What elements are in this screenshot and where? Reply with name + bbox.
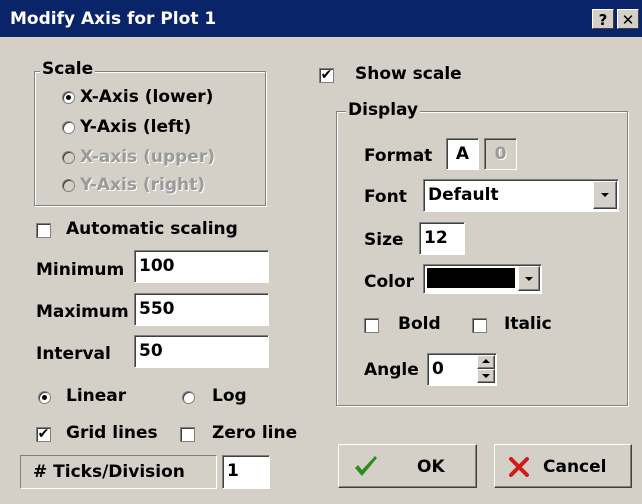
automatic-scaling-checkbox[interactable] bbox=[36, 223, 51, 238]
size-field[interactable]: 12 bbox=[419, 222, 465, 255]
radio-log-label: Log bbox=[212, 386, 247, 406]
radio-x-axis-upper-label: X-axis (upper) bbox=[80, 147, 215, 167]
cancel-button[interactable]: Cancel bbox=[494, 444, 632, 488]
angle-value: 0 bbox=[432, 359, 444, 379]
radio-linear-label: Linear bbox=[66, 386, 127, 406]
display-group-legend: Display bbox=[346, 100, 421, 120]
radio-linear[interactable] bbox=[38, 391, 51, 404]
angle-spinner[interactable]: 0 bbox=[427, 353, 497, 386]
angle-decrement-button[interactable] bbox=[477, 369, 495, 383]
maximum-field[interactable]: 550 bbox=[134, 293, 269, 326]
help-icon: ? bbox=[598, 11, 608, 29]
chevron-down-icon bbox=[482, 374, 490, 378]
ok-button-label: OK bbox=[417, 457, 445, 477]
italic-label: Italic bbox=[504, 314, 552, 334]
close-icon: ✕ bbox=[621, 11, 635, 29]
maximum-label: Maximum bbox=[36, 302, 129, 322]
font-select[interactable]: Default bbox=[423, 179, 619, 212]
ticks-label-box: # Ticks/Division bbox=[20, 455, 217, 489]
automatic-scaling-label: Automatic scaling bbox=[66, 219, 238, 239]
format-option-numeric: 0 bbox=[484, 138, 517, 170]
radio-y-axis-right bbox=[62, 179, 75, 192]
angle-increment-button[interactable] bbox=[477, 355, 495, 369]
grid-lines-checkbox[interactable]: ✔ bbox=[36, 427, 51, 442]
scale-group-legend: Scale bbox=[40, 59, 96, 79]
help-button[interactable]: ? bbox=[592, 9, 614, 29]
color-swatch bbox=[427, 268, 515, 288]
close-button[interactable]: ✕ bbox=[617, 9, 639, 29]
font-select-value: Default bbox=[428, 185, 499, 205]
radio-y-axis-left[interactable] bbox=[62, 121, 75, 134]
interval-label: Interval bbox=[36, 344, 111, 364]
checkmark-icon: ✔ bbox=[37, 426, 50, 442]
chevron-up-icon bbox=[482, 359, 490, 363]
size-label: Size bbox=[364, 230, 404, 250]
radio-y-axis-left-label: Y-Axis (left) bbox=[80, 117, 192, 137]
radio-selected-dot bbox=[42, 395, 47, 400]
zero-line-checkbox[interactable] bbox=[180, 427, 195, 442]
minimum-label: Minimum bbox=[36, 260, 125, 280]
ticks-field[interactable]: 1 bbox=[222, 455, 270, 489]
zero-line-label: Zero line bbox=[212, 423, 298, 443]
chevron-down-icon bbox=[525, 277, 533, 281]
cancel-button-label: Cancel bbox=[543, 457, 607, 477]
ticks-label: # Ticks/Division bbox=[33, 462, 185, 482]
italic-checkbox[interactable] bbox=[472, 318, 487, 333]
color-select[interactable] bbox=[423, 264, 542, 294]
modify-axis-dialog: Modify Axis for Plot 1 ? ✕ Scale X-Axis … bbox=[0, 0, 642, 504]
window-title: Modify Axis for Plot 1 bbox=[10, 9, 217, 29]
radio-y-axis-right-label: Y-Axis (right) bbox=[80, 175, 206, 195]
show-scale-label: Show scale bbox=[355, 64, 462, 84]
show-scale-checkbox[interactable]: ✔ bbox=[319, 68, 334, 83]
format-label: Format bbox=[364, 146, 433, 166]
checkmark-icon bbox=[355, 456, 377, 476]
chevron-down-icon bbox=[601, 193, 609, 197]
radio-log[interactable] bbox=[182, 391, 195, 404]
color-label: Color bbox=[364, 272, 415, 292]
radio-x-axis-lower-label: X-Axis (lower) bbox=[80, 87, 214, 107]
color-dropdown-button[interactable] bbox=[518, 266, 540, 291]
cancel-x-icon bbox=[509, 457, 529, 477]
interval-field[interactable]: 50 bbox=[134, 335, 269, 368]
title-bar[interactable]: Modify Axis for Plot 1 ? ✕ bbox=[0, 0, 642, 37]
format-option-alpha[interactable]: A bbox=[446, 138, 479, 170]
checkmark-icon: ✔ bbox=[320, 67, 333, 83]
radio-selected-dot bbox=[66, 95, 71, 100]
ok-button[interactable]: OK bbox=[338, 444, 477, 488]
bold-label: Bold bbox=[398, 314, 441, 334]
bold-checkbox[interactable] bbox=[364, 318, 379, 333]
minimum-field[interactable]: 100 bbox=[134, 250, 269, 283]
font-dropdown-button[interactable] bbox=[593, 181, 617, 209]
grid-lines-label: Grid lines bbox=[66, 423, 158, 443]
angle-label: Angle bbox=[364, 360, 419, 380]
radio-x-axis-lower[interactable] bbox=[62, 91, 75, 104]
radio-x-axis-upper bbox=[62, 151, 75, 164]
font-label: Font bbox=[364, 187, 407, 207]
